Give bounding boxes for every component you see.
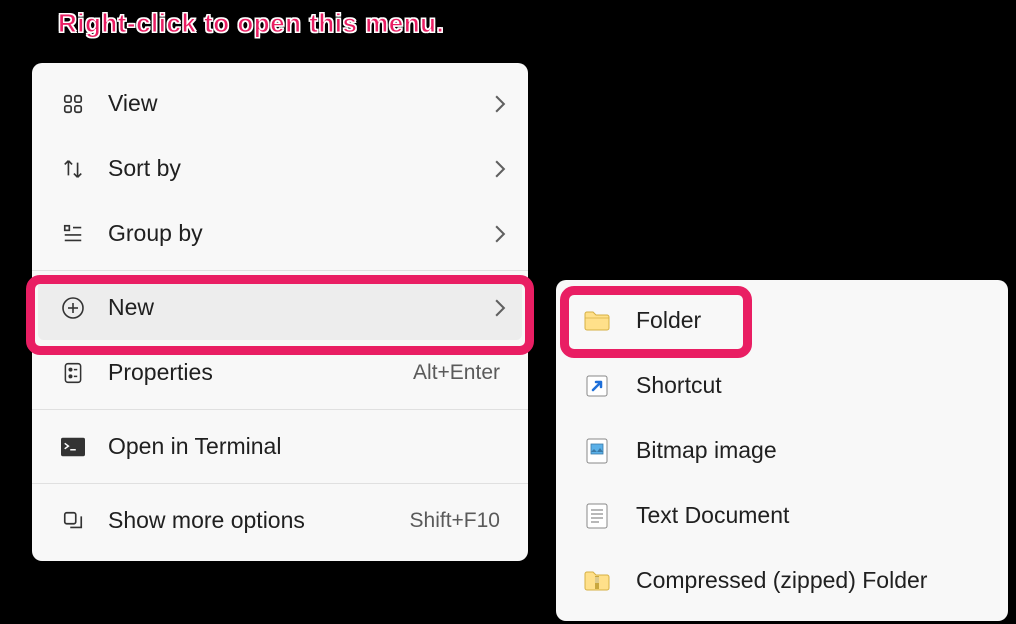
menu-label: New — [108, 294, 494, 321]
submenu-label: Text Document — [636, 502, 789, 529]
submenu-item-zip[interactable]: Compressed (zipped) Folder — [556, 548, 1008, 613]
new-submenu: Folder Shortcut Bitmap image — [556, 280, 1008, 621]
folder-icon — [578, 310, 616, 332]
menu-item-sortby[interactable]: Sort by — [32, 136, 528, 201]
submenu-item-text[interactable]: Text Document — [556, 483, 1008, 548]
properties-icon — [54, 362, 92, 384]
menu-separator — [32, 483, 528, 484]
submenu-label: Bitmap image — [636, 437, 777, 464]
menu-label: Sort by — [108, 155, 494, 182]
sort-icon — [54, 158, 92, 180]
menu-shortcut: Shift+F10 — [410, 509, 500, 533]
menu-label: Group by — [108, 220, 494, 247]
menu-separator — [32, 409, 528, 410]
more-options-icon — [54, 510, 92, 532]
menu-item-properties[interactable]: Properties Alt+Enter — [32, 340, 528, 405]
grid-icon — [54, 93, 92, 115]
menu-item-view[interactable]: View — [32, 71, 528, 136]
instruction-annotation: Right-click to open this menu. — [58, 8, 444, 39]
menu-label: Show more options — [108, 507, 410, 534]
menu-item-more[interactable]: Show more options Shift+F10 — [32, 488, 528, 553]
plus-circle-icon — [54, 296, 92, 320]
zip-folder-icon — [578, 570, 616, 592]
text-document-icon — [578, 503, 616, 529]
chevron-right-icon — [494, 299, 506, 317]
group-icon — [54, 223, 92, 245]
submenu-item-bitmap[interactable]: Bitmap image — [556, 418, 1008, 483]
menu-shortcut: Alt+Enter — [413, 361, 500, 385]
chevron-right-icon — [494, 160, 506, 178]
chevron-right-icon — [494, 95, 506, 113]
menu-label: View — [108, 90, 494, 117]
shortcut-icon — [578, 374, 616, 398]
menu-item-groupby[interactable]: Group by — [32, 201, 528, 266]
menu-label: Open in Terminal — [108, 433, 506, 460]
terminal-icon — [54, 437, 92, 457]
menu-separator — [32, 270, 528, 271]
submenu-item-shortcut[interactable]: Shortcut — [556, 353, 1008, 418]
chevron-right-icon — [494, 225, 506, 243]
menu-item-new[interactable]: New — [38, 275, 522, 340]
submenu-label: Shortcut — [636, 372, 722, 399]
menu-item-terminal[interactable]: Open in Terminal — [32, 414, 528, 479]
context-menu: View Sort by Group by — [32, 63, 528, 561]
submenu-label: Compressed (zipped) Folder — [636, 567, 927, 594]
menu-label: Properties — [108, 359, 413, 386]
submenu-item-folder[interactable]: Folder — [556, 288, 1008, 353]
bitmap-icon — [578, 438, 616, 464]
submenu-label: Folder — [636, 307, 701, 334]
